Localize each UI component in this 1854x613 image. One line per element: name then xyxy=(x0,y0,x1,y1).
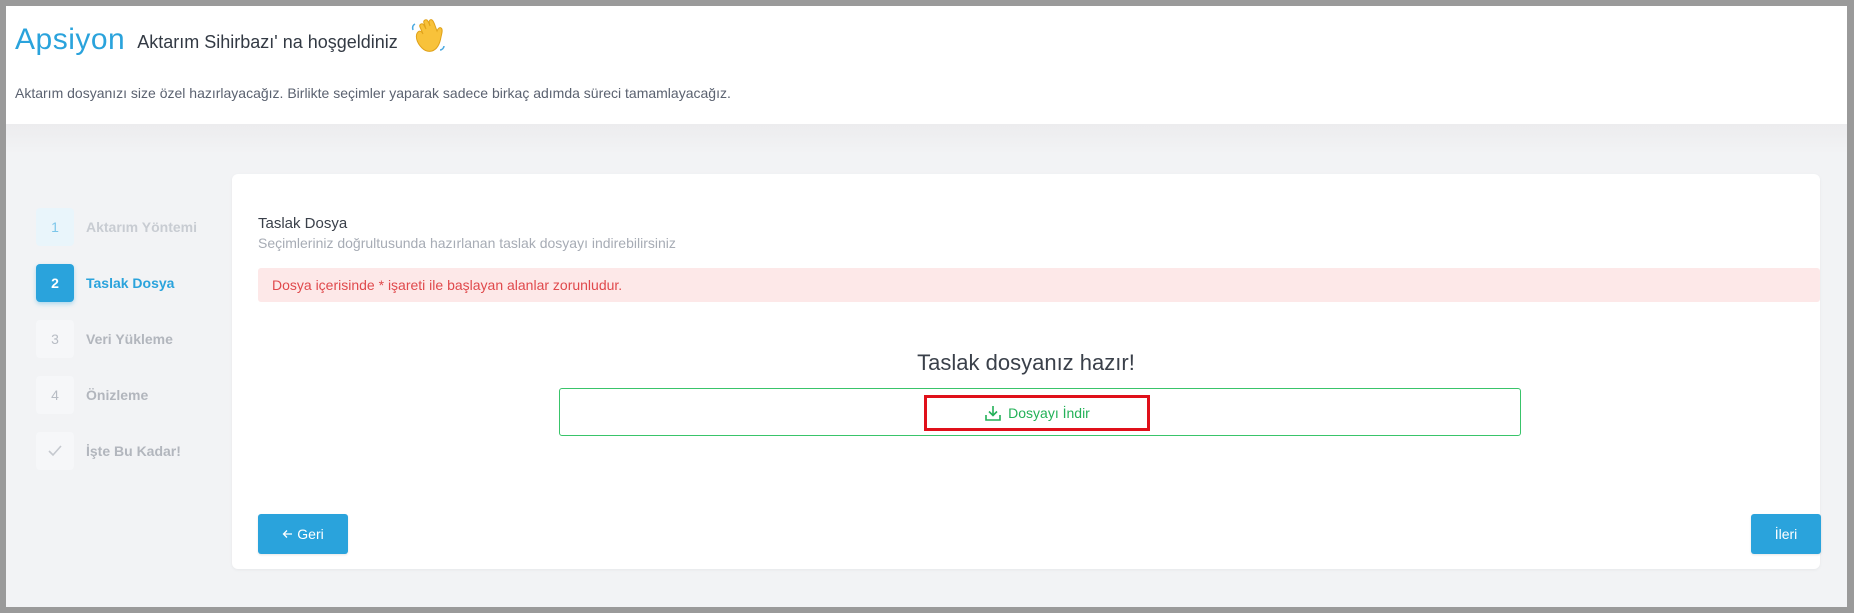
waving-hand-icon xyxy=(410,18,448,61)
step-label: Veri Yükleme xyxy=(86,331,173,347)
card-subtitle: Seçimleriniz doğrultusunda hazırlanan ta… xyxy=(258,235,676,251)
step-label: İşte Bu Kadar! xyxy=(86,443,181,459)
download-icon xyxy=(985,406,1001,421)
brand-logo: Apsiyon xyxy=(15,22,126,56)
card-title: Taslak Dosya xyxy=(258,215,348,232)
next-button[interactable]: İleri xyxy=(1751,514,1821,554)
back-button[interactable]: Geri xyxy=(258,514,348,554)
alert-text: Dosya içerisinde * işareti ile başlayan … xyxy=(272,277,623,293)
ready-heading: Taslak dosyanız hazır! xyxy=(917,350,1135,375)
required-fields-alert: Dosya içerisinde * işareti ile başlayan … xyxy=(258,268,1820,302)
page-header: Apsiyon Aktarım Sihirbazı' na hoşgeldini… xyxy=(6,6,1847,124)
welcome-title: Aktarım Sihirbazı' na hoşgeldiniz xyxy=(137,32,398,52)
step-label: Aktarım Yöntemi xyxy=(86,219,197,235)
step-label: Taslak Dosya xyxy=(86,275,175,291)
page-subtitle: Aktarım dosyanızı size özel hazırlayacağ… xyxy=(15,85,731,101)
step-taslak-dosya[interactable]: 2 Taslak Dosya xyxy=(36,264,236,302)
next-label: İleri xyxy=(1774,526,1798,542)
brand-row: Apsiyon Aktarım Sihirbazı' na hoşgeldini… xyxy=(15,18,448,61)
step-number: 4 xyxy=(36,376,74,414)
step-iste-bu-kadar[interactable]: İşte Bu Kadar! xyxy=(36,432,236,470)
back-label: Geri xyxy=(297,526,324,542)
header-shadow-band xyxy=(6,124,1847,154)
step-aktarim-yontemi[interactable]: 1 Aktarım Yöntemi xyxy=(36,208,236,246)
app-frame: Apsiyon Aktarım Sihirbazı' na hoşgeldini… xyxy=(6,6,1847,607)
download-label: Dosyayı İndir xyxy=(1008,405,1090,421)
download-container: Dosyayı İndir xyxy=(559,388,1521,436)
step-onizleme[interactable]: 4 Önizleme xyxy=(36,376,236,414)
check-icon xyxy=(36,432,74,470)
download-file-button[interactable]: Dosyayı İndir xyxy=(924,395,1150,431)
step-number: 1 xyxy=(36,208,74,246)
step-veri-yukleme[interactable]: 3 Veri Yükleme xyxy=(36,320,236,358)
wizard-card: Taslak Dosya Seçimleriniz doğrultusunda … xyxy=(232,174,1821,569)
arrow-left-icon xyxy=(282,526,293,542)
step-number: 2 xyxy=(36,264,74,302)
step-number: 3 xyxy=(36,320,74,358)
step-label: Önizleme xyxy=(86,387,149,403)
